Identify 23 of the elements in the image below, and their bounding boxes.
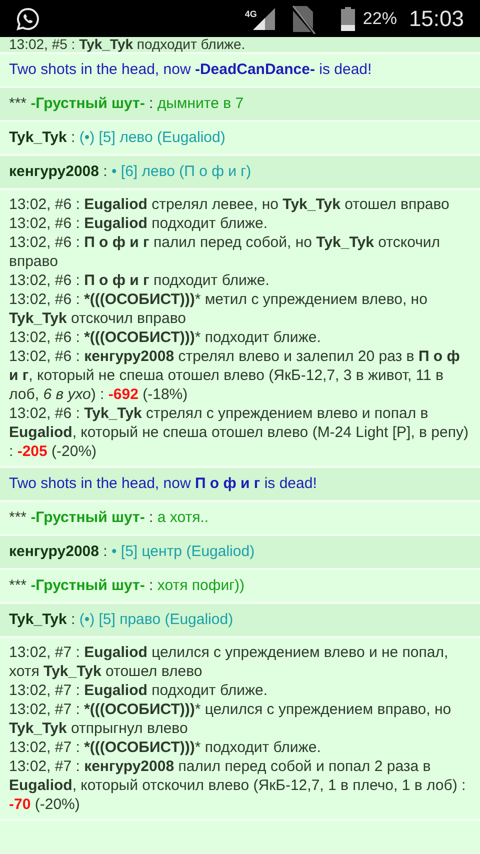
chat-message: *** -Грустный шут- : дымните в 7: [0, 88, 480, 122]
log-line: 13:02, #6 : Eugaliod подходит ближе.: [9, 214, 269, 233]
move-message: кенгуру2008 : • [6] лево (П о ф и г): [0, 156, 480, 190]
log-line: 13:02, #7 : Eugaliod подходит ближе.: [9, 681, 269, 700]
battery-percent: 22%: [362, 8, 397, 30]
log-line: 13:02, #6 : Tyk_Tyk стрелял с упреждением влево и попал в Eugaliod, который не спеша отошел влево (M-24 Light [P], в репу) : -205 (-20%): [9, 404, 470, 461]
log-line: 13:02, #7 : *(((ОСОБИСТ)))* подходит ближе.: [9, 738, 322, 757]
log-line: 13:02, #6 : Eugaliod стрелял левее, но Tyk_Tyk отошел вправо: [9, 195, 450, 214]
clock-time: 15:03: [408, 5, 464, 33]
log-line: 13:02, #5 : Tyk_Tyk подходит ближе.: [9, 37, 246, 52]
move-message: Tyk_Tyk : (•) [5] право (Eugaliod): [0, 604, 480, 638]
log-line: 13:02, #6 : *(((ОСОБИСТ)))* метил с упреждением влево, но Tyk_Tyk отскочил вправо: [9, 290, 428, 328]
chat-bubble-phone-icon: [16, 6, 40, 30]
kill-message: Two shots in the head, now П о ф и г is dead!: [9, 475, 317, 492]
battery-icon: [340, 6, 355, 30]
log-line: 13:02, #6 : П о ф и г подходит ближе.: [9, 271, 270, 290]
log-line: 13:02, #6 : *(((ОСОБИСТ)))* подходит ближе.: [9, 328, 322, 347]
log-line: 13:02, #7 : кенгуру2008 палил перед собой и попал 2 раза в Eugaliod, который отскочил влево (ЯкБ-12,7, 1 в плечо, 1 в лоб) : -70 (-20%): [9, 757, 467, 814]
move-message: кенгуру2008 : • [5] центр (Eugaliod): [0, 536, 480, 570]
log-line: 13:02, #7 : *(((ОСОБИСТ)))* целился с упреждением вправо, но Tyk_Tyk отпрыгнул влево: [9, 700, 452, 738]
log-line: 13:02, #6 : кенгуру2008 стрелял влево и залепил 20 раз в П о ф и г, который не спеша отошел влево (ЯкБ-12,7, 3 в живот, 11 в лоб, 6 в ухо) : -692 (-18%): [9, 347, 461, 404]
network-type: 4G: [244, 10, 257, 18]
kill-message: Two shots in the head, now -DeadCanDance- is dead!: [9, 61, 372, 78]
